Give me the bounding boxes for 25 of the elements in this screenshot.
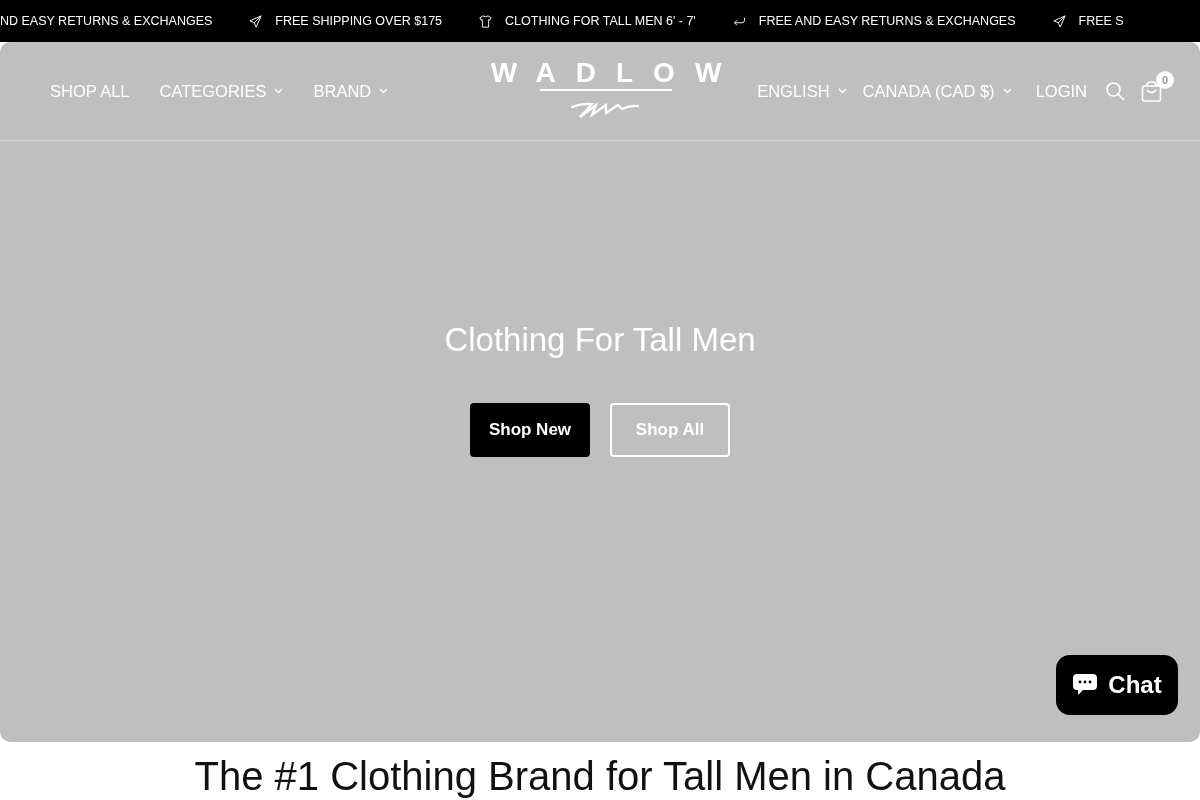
hero-button[interactable]: Shop New: [470, 403, 590, 457]
selector-dropdown[interactable]: ENGLISH: [757, 81, 847, 101]
announcement-text: FREE S: [1078, 14, 1124, 28]
chat-bubble-icon: [1072, 673, 1099, 697]
signature-logo-icon: [540, 89, 672, 119]
airplane-icon: [248, 13, 264, 29]
nav-link[interactable]: BRAND: [313, 81, 389, 101]
nav-link[interactable]: SHOP ALL: [50, 81, 130, 101]
announcement-text: ND EASY RETURNS & EXCHANGES: [0, 14, 213, 28]
nav-link[interactable]: CATEGORIES: [159, 81, 284, 101]
announcement-text: FREE SHIPPING OVER $175: [275, 14, 443, 28]
announcement-text: CLOTHING FOR TALL MEN 6' - 7': [505, 14, 696, 28]
section-heading: The #1 Clothing Brand for Tall Men in Canada: [193, 754, 1007, 798]
hero-title: Clothing For Tall Men: [444, 321, 756, 359]
airplane-icon: [1051, 13, 1067, 29]
shopping-bag-icon[interactable]: [1141, 80, 1162, 102]
announcement-text: FREE AND EASY RETURNS & EXCHANGES: [758, 14, 1016, 28]
login-link[interactable]: LOGIN: [1035, 81, 1087, 101]
chat-button[interactable]: Chat: [1056, 655, 1178, 715]
t-shirt-icon: [478, 13, 494, 29]
hero-button[interactable]: Shop All: [610, 403, 730, 457]
logo-wordmark[interactable]: WADLOW: [490, 59, 742, 87]
search-icon[interactable]: [1105, 81, 1125, 101]
cart-count-badge: 0: [1156, 70, 1174, 89]
selector-dropdown[interactable]: CANADA (CAD $): [862, 81, 1012, 101]
